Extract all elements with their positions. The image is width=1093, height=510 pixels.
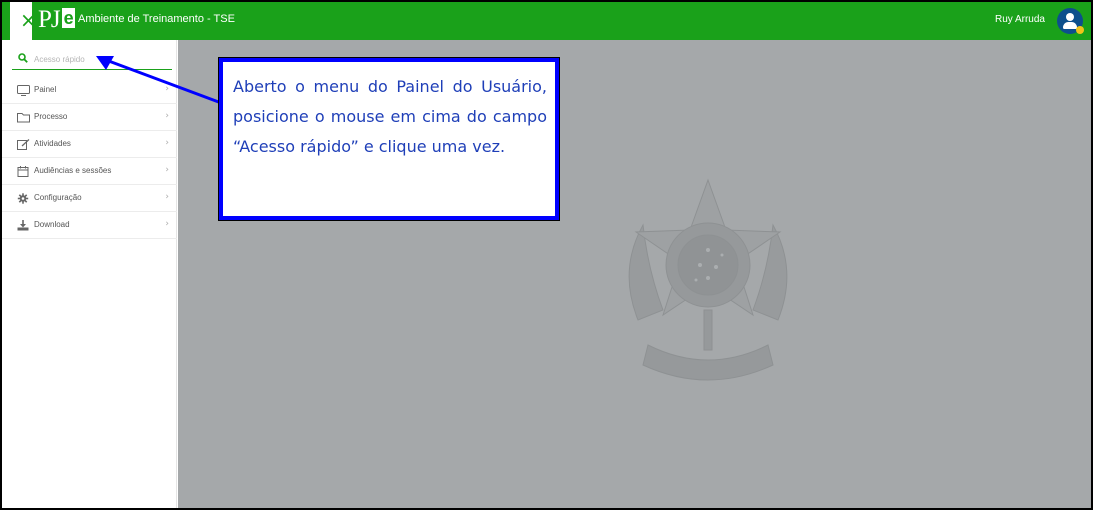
sidebar-item-download[interactable]: Download › [2, 212, 177, 239]
sidebar-item-label: Download [34, 220, 70, 229]
folder-icon [17, 113, 30, 123]
sidebar-item-label: Atividades [34, 139, 71, 148]
pointer-arrow-icon [96, 56, 225, 106]
edit-icon [17, 139, 30, 150]
close-menu-button[interactable]: × [10, 2, 37, 40]
chevron-right-icon: › [165, 219, 169, 229]
sidebar-item-label: Processo [34, 112, 68, 121]
chevron-right-icon: › [165, 111, 169, 121]
monitor-icon [17, 85, 30, 96]
logo-pj-text: PJ [38, 6, 61, 33]
avatar-head [1066, 13, 1074, 21]
chevron-right-icon: › [165, 165, 169, 175]
logo-e-text: e [61, 8, 75, 28]
coat-of-arms-watermark-icon [628, 178, 788, 381]
gear-icon [17, 193, 29, 204]
pje-logo[interactable]: PJ e [38, 6, 75, 34]
chevron-right-icon: › [165, 138, 169, 148]
user-avatar[interactable] [1057, 8, 1084, 34]
instruction-text: Aberto o menu do Painel do Usuário, posi… [233, 77, 547, 156]
top-bar: × PJ e Ambiente de Treinamento - TSE Ruy … [2, 2, 1091, 40]
sidebar-item-label: Configuração [34, 193, 82, 202]
sidebar-item-label: Audiências e sessões [34, 166, 112, 175]
instruction-callout: Aberto o menu do Painel do Usuário, posi… [218, 57, 560, 221]
avatar-body [1063, 22, 1077, 29]
search-icon [18, 53, 28, 63]
notification-dot [1076, 26, 1084, 34]
chevron-right-icon: › [165, 192, 169, 202]
screenshot-frame: × PJ e Ambiente de Treinamento - TSE Ruy … [0, 0, 1093, 510]
app-title: Ambiente de Treinamento - TSE [78, 13, 235, 25]
sidebar-item-configuracao[interactable]: Configuração › [2, 185, 177, 212]
sidebar-item-label: Painel [34, 85, 57, 94]
sidebar-item-audiencias[interactable]: Audiências e sessões › [2, 158, 177, 185]
user-name[interactable]: Ruy Arruda [995, 14, 1045, 25]
sidebar-item-atividades[interactable]: Atividades › [2, 131, 177, 158]
close-icon: × [20, 8, 37, 32]
download-icon [17, 220, 29, 231]
calendar-icon [17, 166, 29, 177]
